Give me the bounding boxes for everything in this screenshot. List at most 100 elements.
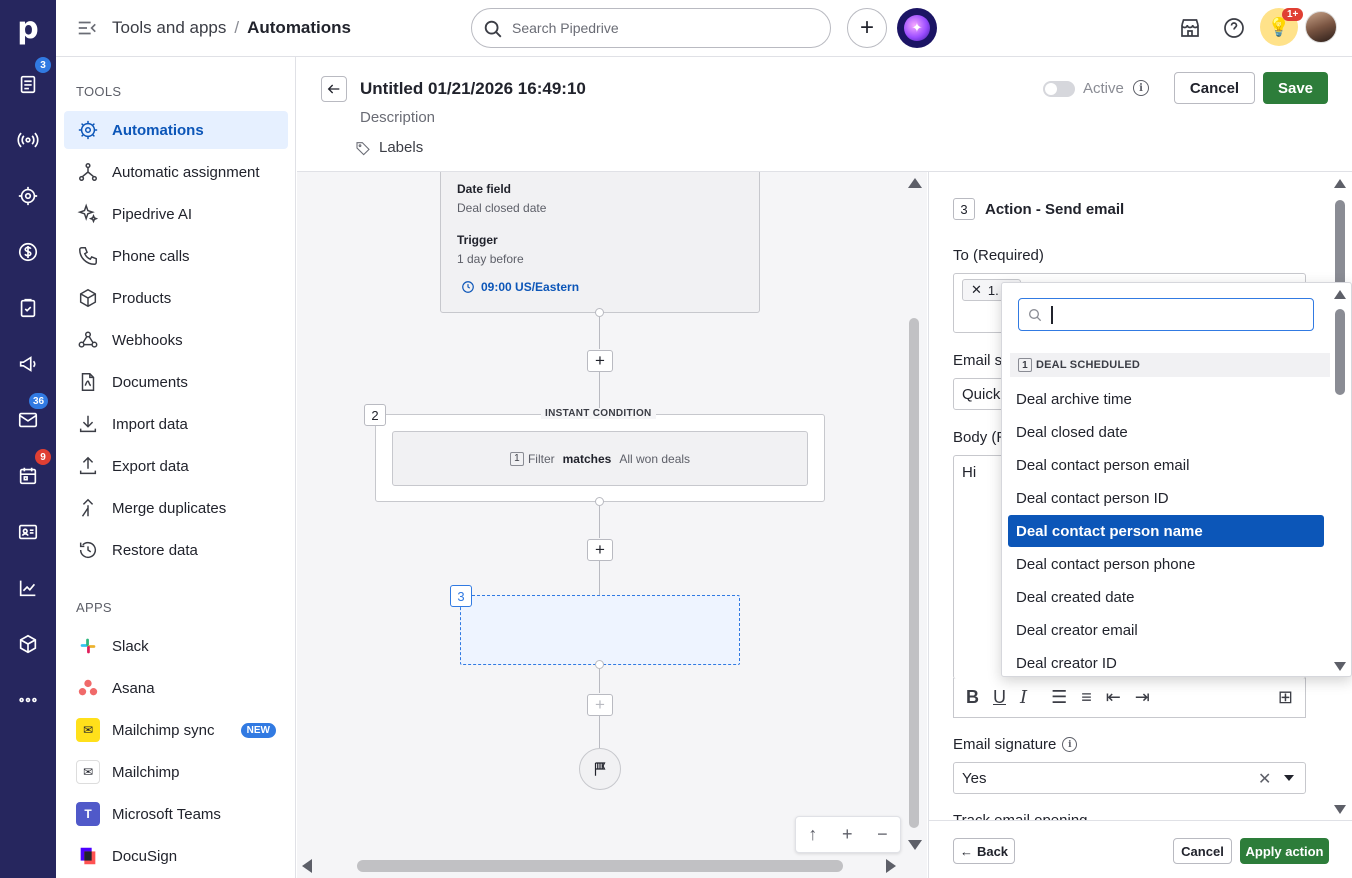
- dropdown-item-selected[interactable]: Deal contact person name: [1008, 515, 1324, 547]
- dropdown-item[interactable]: Deal closed date: [1008, 416, 1324, 448]
- trigger-value: 1 day before: [457, 252, 524, 266]
- ai-assistant-button[interactable]: ✦: [897, 8, 937, 48]
- more-icon[interactable]: [14, 686, 42, 714]
- info-icon[interactable]: i: [1133, 80, 1149, 96]
- sidebar-item-documents[interactable]: Documents: [64, 363, 288, 401]
- dropdown-scroll-up-arrow[interactable]: [1334, 290, 1346, 299]
- add-step-button-disabled[interactable]: +: [587, 694, 613, 716]
- chevron-down-icon[interactable]: [1284, 775, 1294, 781]
- sidebar-item-microsoft-teams[interactable]: T Microsoft Teams: [64, 795, 288, 833]
- add-step-button[interactable]: +: [587, 350, 613, 372]
- sidebar-item-docusign[interactable]: DocuSign: [64, 837, 288, 875]
- sidebar-item-automations[interactable]: Automations: [64, 111, 288, 149]
- broadcast-icon[interactable]: [14, 126, 42, 154]
- sidebar-item-asana[interactable]: Asana: [64, 669, 288, 707]
- sidebar-item-webhooks[interactable]: Webhooks: [64, 321, 288, 359]
- field-search[interactable]: [1018, 298, 1314, 331]
- dropdown-scrollbar[interactable]: [1335, 309, 1345, 395]
- labels-button[interactable]: Labels: [355, 139, 423, 156]
- dropdown-item[interactable]: Deal contact person ID: [1008, 482, 1324, 514]
- box-icon: [76, 286, 100, 310]
- dollar-icon[interactable]: [14, 238, 42, 266]
- scroll-up-arrow[interactable]: [908, 178, 922, 188]
- sidebar-item-automatic-assignment[interactable]: Automatic assignment: [64, 153, 288, 191]
- panel-scroll-down-arrow[interactable]: [1334, 805, 1346, 814]
- cancel-button[interactable]: Cancel: [1174, 72, 1255, 104]
- help-icon[interactable]: [1222, 16, 1246, 40]
- sidebar-item-restore-data[interactable]: Restore data: [64, 531, 288, 569]
- back-button[interactable]: [321, 76, 347, 102]
- sidebar-item-merge-duplicates[interactable]: Merge duplicates: [64, 489, 288, 527]
- megaphone-icon[interactable]: [14, 350, 42, 378]
- outdent-icon[interactable]: ⇤: [1106, 687, 1121, 708]
- clear-icon[interactable]: ✕: [1258, 769, 1271, 789]
- save-button[interactable]: Save: [1263, 72, 1328, 104]
- filter-row[interactable]: 1 Filter matches All won deals: [392, 431, 808, 486]
- contacts-icon[interactable]: [14, 518, 42, 546]
- insert-field-icon[interactable]: ⊞: [1278, 687, 1293, 708]
- italic-icon[interactable]: I: [1020, 687, 1027, 708]
- dropdown-item[interactable]: Deal created date: [1008, 581, 1324, 613]
- zoom-in-button[interactable]: +: [842, 824, 853, 845]
- scroll-down-arrow[interactable]: [908, 840, 922, 850]
- dropdown-item[interactable]: Deal creator email: [1008, 614, 1324, 646]
- back-action-button[interactable]: ← Back: [953, 838, 1015, 864]
- panel-scroll-up-arrow[interactable]: [1334, 179, 1346, 188]
- target-icon[interactable]: [14, 182, 42, 210]
- menu-collapse-icon[interactable]: [76, 17, 98, 39]
- scroll-left-arrow[interactable]: [302, 859, 312, 873]
- underline-icon[interactable]: U: [993, 687, 1006, 708]
- calendar-icon[interactable]: [14, 462, 42, 490]
- automation-title[interactable]: Untitled 01/21/2026 16:49:10: [360, 79, 586, 99]
- sidebar-item-mailchimp[interactable]: ✉ Mailchimp: [64, 753, 288, 791]
- breadcrumb-tools-and-apps[interactable]: Tools and apps: [112, 18, 226, 38]
- automation-description[interactable]: Description: [360, 109, 435, 126]
- indent-icon[interactable]: ⇥: [1135, 687, 1150, 708]
- products-rail-icon[interactable]: [14, 630, 42, 658]
- canvas-vertical-scrollbar[interactable]: [909, 318, 919, 828]
- marketplace-icon[interactable]: [1178, 16, 1202, 40]
- info-icon[interactable]: i: [1062, 737, 1078, 752]
- trigger-node[interactable]: Date field Deal closed date Trigger 1 da…: [440, 172, 760, 313]
- remove-chip-icon[interactable]: ✕: [971, 282, 982, 298]
- search-input[interactable]: [512, 20, 812, 36]
- workflow-canvas[interactable]: Date field Deal closed date Trigger 1 da…: [297, 172, 927, 878]
- signature-select[interactable]: Yes ✕: [953, 762, 1306, 794]
- dropdown-item[interactable]: Deal archive time: [1008, 383, 1324, 415]
- tasks-icon[interactable]: [14, 294, 42, 322]
- mail-icon[interactable]: [14, 406, 42, 434]
- active-toggle[interactable]: [1043, 81, 1075, 97]
- action-node-placeholder[interactable]: [460, 595, 740, 665]
- user-avatar[interactable]: [1305, 11, 1337, 43]
- active-label: Active: [1083, 80, 1124, 97]
- scroll-right-arrow[interactable]: [886, 859, 896, 873]
- quick-add-button[interactable]: +: [847, 8, 887, 48]
- dropdown-item[interactable]: Deal creator ID: [1008, 647, 1324, 676]
- dropdown-scroll-down-arrow[interactable]: [1334, 662, 1346, 671]
- apply-action-button[interactable]: Apply action: [1240, 838, 1329, 864]
- dropdown-item[interactable]: Deal contact person email: [1008, 449, 1324, 481]
- field-search-input[interactable]: [1051, 306, 1301, 323]
- sidebar-item-products[interactable]: Products: [64, 279, 288, 317]
- dropdown-item[interactable]: Deal contact person phone: [1008, 548, 1324, 580]
- zoom-fit-button[interactable]: ↑: [808, 824, 817, 845]
- cancel-action-button[interactable]: Cancel: [1173, 838, 1232, 864]
- numbered-list-icon[interactable]: ≡: [1081, 687, 1092, 708]
- sidebar-item-export-data[interactable]: Export data: [64, 447, 288, 485]
- deals-icon[interactable]: [14, 70, 42, 98]
- search-icon: [484, 20, 502, 38]
- sidebar-item-import-data[interactable]: Import data: [64, 405, 288, 443]
- condition-node[interactable]: 1 Filter matches All won deals: [375, 414, 825, 502]
- bullet-list-icon[interactable]: ☰: [1051, 687, 1067, 708]
- bold-icon[interactable]: B: [966, 687, 979, 708]
- sidebar-item-slack[interactable]: Slack: [64, 627, 288, 665]
- sidebar-item-mailchimp-sync[interactable]: ✉ Mailchimp sync NEW: [64, 711, 288, 749]
- add-step-button[interactable]: +: [587, 539, 613, 561]
- pipedrive-logo[interactable]: p: [0, 0, 56, 56]
- sidebar-item-pipedrive-ai[interactable]: Pipedrive AI: [64, 195, 288, 233]
- insights-icon[interactable]: [14, 574, 42, 602]
- canvas-horizontal-scrollbar[interactable]: [357, 860, 843, 872]
- global-search[interactable]: [471, 8, 831, 48]
- sidebar-item-phone-calls[interactable]: Phone calls: [64, 237, 288, 275]
- zoom-out-button[interactable]: −: [877, 824, 888, 845]
